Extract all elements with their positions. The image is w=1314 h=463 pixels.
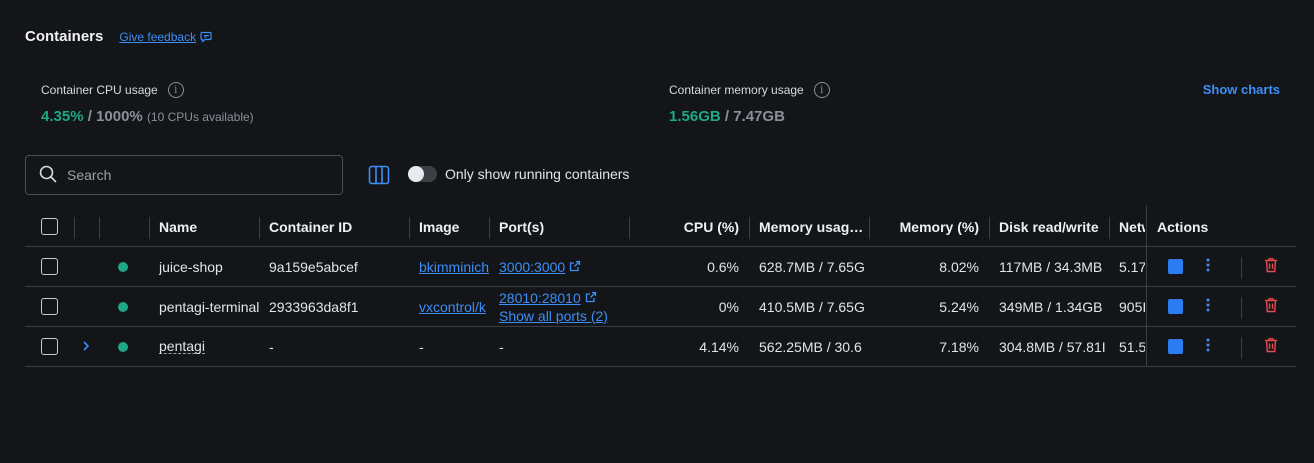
memory-usage-stat: Container memory usage i 1.56GB / 7.47GB: [669, 82, 830, 125]
container-name[interactable]: pentagi-terminal: [159, 287, 259, 326]
more-vertical-icon[interactable]: [1205, 297, 1211, 316]
container-name[interactable]: juice-shop: [159, 247, 257, 286]
row-checkbox[interactable]: [41, 298, 58, 315]
memory-pct-value: 7.18%: [939, 338, 979, 355]
table-header-row: Name Container ID Image Port(s) CPU (%) …: [25, 207, 1296, 247]
more-vertical-icon[interactable]: [1205, 257, 1211, 276]
columns-icon[interactable]: [367, 163, 391, 187]
containers-table: Name Container ID Image Port(s) CPU (%) …: [25, 205, 1296, 367]
column-header-cpu[interactable]: CPU (%): [639, 207, 739, 246]
cpu-value: 4.14%: [699, 338, 739, 355]
cpu-value: 0%: [718, 298, 739, 315]
page-header: Containers Give feedback: [25, 28, 213, 45]
image-link[interactable]: vxcontrol/k: [419, 299, 486, 315]
page-title: Containers: [25, 28, 104, 45]
select-all-checkbox[interactable]: [41, 218, 58, 235]
running-status-dot: [118, 261, 128, 272]
cpu-value: 0.6%: [707, 258, 739, 275]
container-id: -: [269, 338, 274, 355]
memory-usage-label: Container memory usage: [669, 83, 804, 97]
memory-pct-value: 5.24%: [939, 298, 979, 315]
column-header-actions: Actions: [1157, 218, 1209, 235]
stop-icon[interactable]: [1168, 259, 1183, 274]
running-filter: Only show running containers: [408, 166, 629, 182]
disk-value: 349MB / 1.34GB: [999, 298, 1103, 315]
memory-usage-value: 562.25MB / 30.6: [759, 338, 862, 355]
trash-icon[interactable]: [1264, 297, 1278, 316]
disk-value: 117MB / 34.3MB: [999, 258, 1103, 275]
column-header-container-id[interactable]: Container ID: [269, 207, 352, 246]
memory-usage-value: 410.5MB / 7.65G: [759, 298, 865, 315]
table-row[interactable]: juice-shop 9a159e5abcef bkimminich 3000:…: [25, 247, 1296, 287]
running-status-dot: [118, 341, 128, 352]
cpu-usage-label: Container CPU usage: [41, 83, 158, 97]
column-header-network[interactable]: Netw: [1119, 207, 1145, 246]
column-header-memory-pct[interactable]: Memory (%): [879, 207, 979, 246]
row-checkbox[interactable]: [41, 338, 58, 355]
port-link[interactable]: 28010:28010: [499, 290, 581, 306]
column-header-memory-usage[interactable]: Memory usag…: [759, 207, 869, 246]
table-row[interactable]: pentagi-terminal 2933963da8f1 vxcontrol/…: [25, 287, 1296, 327]
more-vertical-icon[interactable]: [1205, 337, 1211, 356]
external-link-icon[interactable]: [569, 259, 581, 275]
running-only-toggle[interactable]: [408, 166, 437, 182]
memory-pct-value: 8.02%: [939, 258, 979, 275]
port-link[interactable]: 3000:3000: [499, 259, 565, 275]
stop-icon[interactable]: [1168, 299, 1183, 314]
chevron-right-icon[interactable]: [82, 339, 90, 355]
port-value: -: [499, 338, 504, 355]
search-input[interactable]: [67, 167, 317, 183]
network-value: 905I: [1119, 298, 1145, 315]
trash-icon[interactable]: [1264, 337, 1278, 356]
column-header-name[interactable]: Name: [159, 207, 197, 246]
show-all-ports-link[interactable]: Show all ports (2): [499, 308, 608, 324]
info-icon[interactable]: i: [813, 82, 830, 98]
info-icon[interactable]: i: [167, 82, 184, 98]
row-checkbox[interactable]: [41, 258, 58, 275]
external-link-icon[interactable]: [585, 290, 597, 306]
trash-icon[interactable]: [1264, 257, 1278, 276]
container-id: 2933963da8f1: [269, 298, 359, 315]
disk-value: 304.8MB / 57.81I: [999, 338, 1106, 355]
column-header-image[interactable]: Image: [419, 207, 459, 246]
give-feedback-link[interactable]: Give feedback: [119, 30, 213, 44]
memory-usage-total: / 7.47GB: [724, 108, 785, 125]
network-value: 51.5: [1119, 338, 1145, 355]
cpu-usage-stat: Container CPU usage i 4.35% / 1000% (10 …: [41, 82, 254, 125]
show-charts-button[interactable]: Show charts: [1203, 82, 1280, 97]
network-value: 5.17: [1119, 258, 1145, 275]
image-link[interactable]: bkimminich: [419, 259, 489, 275]
memory-usage-value: 1.56GB: [669, 108, 721, 125]
cpu-usage-value: 4.35%: [41, 108, 84, 125]
search-box[interactable]: [25, 155, 343, 195]
running-status-dot: [118, 301, 128, 312]
cpu-usage-total: / 1000%: [87, 108, 143, 125]
running-only-label: Only show running containers: [445, 166, 630, 182]
memory-usage-value: 628.7MB / 7.65G: [759, 258, 865, 275]
table-row[interactable]: pentagi - - - 4.14% 562.25MB / 30.6 7.18…: [25, 327, 1296, 367]
image-value: -: [419, 338, 424, 355]
column-header-disk[interactable]: Disk read/write: [999, 207, 1099, 246]
stop-icon[interactable]: [1168, 339, 1183, 354]
column-header-ports[interactable]: Port(s): [499, 207, 544, 246]
cpu-count-note: (10 CPUs available): [146, 110, 254, 124]
container-name[interactable]: pentagi: [159, 339, 205, 354]
container-id: 9a159e5abcef: [269, 258, 358, 275]
feedback-icon: [200, 31, 213, 43]
feedback-label[interactable]: Give feedback: [119, 30, 196, 44]
search-icon: [39, 165, 57, 186]
